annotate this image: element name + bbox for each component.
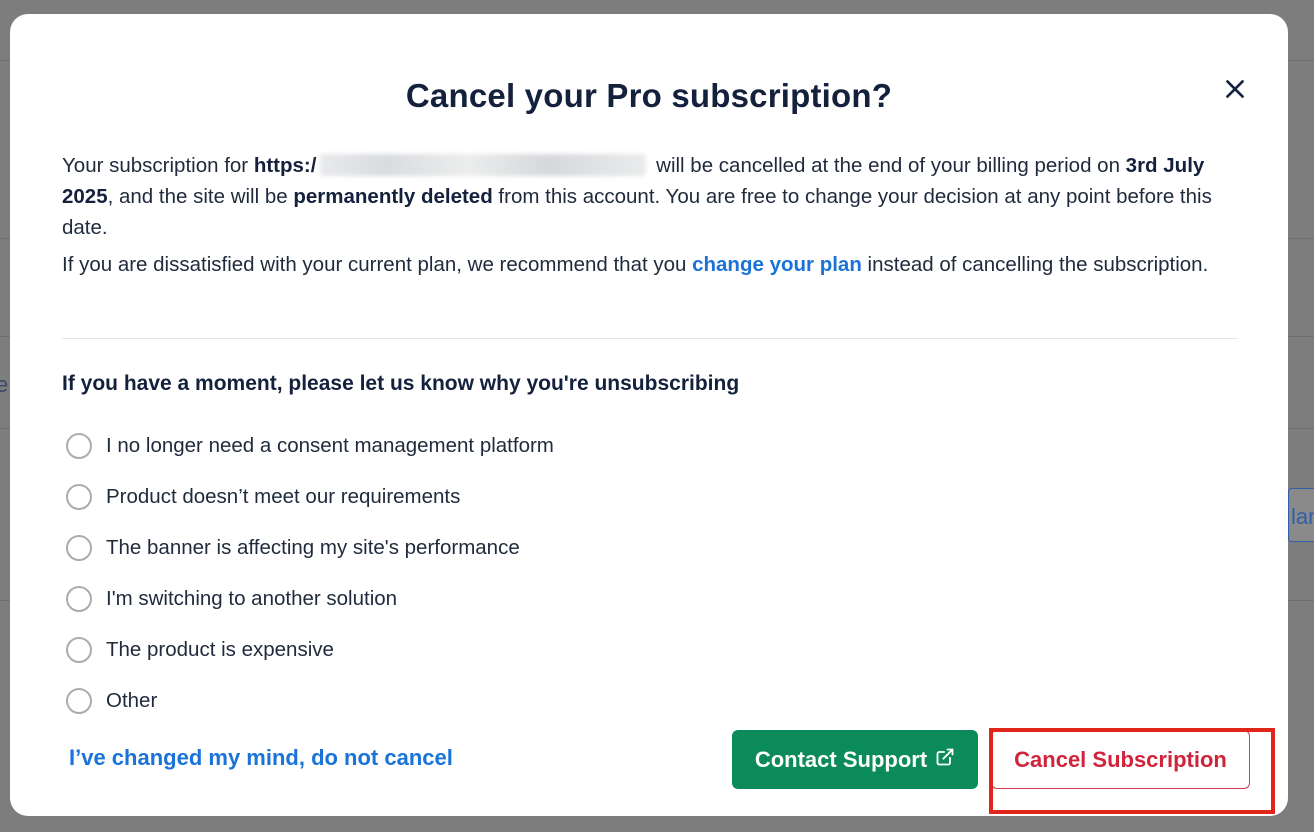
radio-button[interactable] [66, 585, 92, 612]
radio-button[interactable] [66, 636, 92, 663]
external-link-icon [935, 747, 955, 773]
site-url: https:/ [253, 154, 317, 177]
reason-option[interactable]: Product doesn’t meet our requirements [66, 471, 554, 522]
reason-question: If you have a moment, please let us know… [62, 372, 740, 395]
radio-button[interactable] [66, 432, 92, 459]
reason-label: I'm switching to another solution [106, 586, 398, 610]
keep-subscription-link[interactable]: I’ve changed my mind, do not cancel [69, 745, 453, 771]
notice-text: will be cancelled at the end of your bil… [650, 154, 1126, 177]
cancel-subscription-button[interactable]: Cancel Subscription [991, 730, 1250, 789]
contact-support-button[interactable]: Contact Support [732, 730, 978, 789]
divider [62, 338, 1238, 339]
subscription-notice: Your subscription for https:/ will be ca… [62, 150, 1242, 243]
reason-option[interactable]: I no longer need a consent management pl… [66, 420, 554, 471]
plan-recommendation: If you are dissatisfied with your curren… [62, 247, 1242, 282]
radio-button[interactable] [66, 687, 92, 714]
reason-option[interactable]: Other [66, 675, 554, 726]
recommend-text: If you are dissatisfied with your curren… [62, 253, 693, 276]
reason-options: I no longer need a consent management pl… [66, 420, 554, 726]
reason-label: The product is expensive [106, 637, 334, 661]
close-icon[interactable] [1222, 76, 1248, 102]
deletion-warning: permanently deleted [293, 185, 493, 208]
radio-button[interactable] [66, 483, 92, 510]
change-plan-link[interactable]: change your plan [692, 253, 862, 276]
reason-option[interactable]: The banner is affecting my site's perfor… [66, 522, 554, 573]
reason-option[interactable]: The product is expensive [66, 624, 554, 675]
radio-button[interactable] [66, 534, 92, 561]
contact-support-label: Contact Support [754, 746, 928, 772]
bg-edge-text: e [0, 372, 9, 397]
reason-option[interactable]: I'm switching to another solution [66, 573, 554, 624]
notice-text: , and the site will be [107, 185, 294, 208]
redacted-url [320, 154, 647, 176]
reason-label: Other [106, 688, 158, 712]
recommend-text: instead of cancelling the subscription. [861, 253, 1209, 276]
reason-label: Product doesn’t meet our requirements [106, 484, 461, 508]
bg-plan-button: lan [1288, 488, 1314, 542]
notice-text: Your subscription for [62, 154, 254, 177]
reason-label: The banner is affecting my site's perfor… [106, 535, 520, 559]
cancel-subscription-modal: Cancel your Pro subscription? Your subsc… [10, 14, 1288, 816]
reason-label: I no longer need a consent management pl… [106, 433, 554, 457]
modal-title: Cancel your Pro subscription? [405, 77, 893, 114]
